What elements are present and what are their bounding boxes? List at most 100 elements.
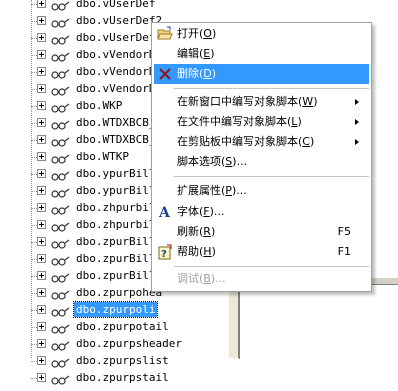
font-icon: A [157,204,173,221]
view-object-icon [51,185,70,198]
view-object-icon [51,219,70,232]
menu-item-refresh[interactable]: 刷新(R) F5 [154,222,369,242]
view-object-icon [51,304,70,317]
menu-item-label: 在新窗口中编写对象脚本(W) [177,95,318,108]
expand-plus-icon[interactable] [37,305,46,314]
expand-plus-icon[interactable] [37,254,46,263]
menu-item-script-clipboard[interactable]: 在剪贴板中编写对象脚本(C) [154,132,369,152]
open-folder-icon [157,26,173,42]
tree-item-label: dbo.WKP [76,99,123,112]
expand-plus-icon[interactable] [37,135,46,144]
view-object-icon [51,236,70,249]
svg-text:A: A [158,205,171,220]
tree-item-label: dbo.zpurpoli [72,301,159,318]
submenu-arrow-icon [355,99,359,105]
menu-item-extended-properties[interactable]: 扩展属性(P)... [154,181,369,201]
tree-item-label: dbo.zpurpstail [76,371,169,384]
view-object-icon [51,49,70,62]
view-object-icon [51,32,70,45]
expand-plus-icon[interactable] [37,203,46,212]
tree-item-label: dbo.WTDXBCB_ [76,133,156,146]
expand-plus-icon[interactable] [37,373,46,382]
menu-item-label: 打开(O) [177,27,217,40]
tree-row[interactable]: dbo.zpurpslist [0,353,200,370]
expand-plus-icon[interactable] [37,271,46,280]
expand-plus-icon[interactable] [37,220,46,229]
expand-plus-icon[interactable] [37,118,46,127]
expand-plus-icon[interactable] [37,101,46,110]
view-object-icon [51,117,70,130]
view-object-icon [51,0,70,11]
tree-item-label: dbo.vUserDef [76,31,156,44]
expand-plus-icon[interactable] [37,16,46,25]
menu-item-label: 在剪贴板中编写对象脚本(C) [177,135,315,148]
expand-plus-icon[interactable] [37,186,46,195]
submenu-arrow-icon [355,119,359,125]
view-object-icon [51,287,70,300]
view-object-icon [51,83,70,96]
expand-plus-icon[interactable] [37,237,46,246]
menu-item-label: 在文件中编写对象脚本(L) [177,115,302,128]
tree-item-label: dbo.zpurpsheader [76,337,182,350]
background-panel [370,0,398,278]
menu-item-label: 编辑(E) [177,47,215,60]
tree-item-label: dbo.zpurpotail [76,320,169,333]
expand-plus-icon[interactable] [37,339,46,348]
menu-item-label: 字体(F)... [177,205,225,218]
menu-item-open[interactable]: 打开(O) [154,24,369,44]
menu-item-script-new-window[interactable]: 在新窗口中编写对象脚本(W) [154,92,369,112]
menu-item-label: 删除(D) [177,67,217,80]
view-object-icon [51,338,70,351]
tree-item-label: dbo.WTDXBCB_ [76,116,156,129]
tree-row[interactable]: dbo.vUserDef [0,0,200,13]
menu-item-label: 脚本选项(S)... [177,155,248,168]
menu-separator [174,176,369,177]
expand-plus-icon[interactable] [37,33,46,42]
expand-plus-icon[interactable] [37,84,46,93]
view-object-icon [51,270,70,283]
menu-separator [174,266,369,267]
view-object-icon [51,134,70,147]
menu-item-script-options[interactable]: 脚本选项(S)... [154,152,369,172]
view-object-icon [51,66,70,79]
tree-row[interactable]: dbo.zpurpstail [0,370,200,387]
expand-plus-icon[interactable] [37,152,46,161]
menu-item-shortcut: F1 [337,245,351,258]
tree-row[interactable]: dbo.zpurpsheader [0,336,200,353]
menu-item-delete[interactable]: 删除(D) [154,64,369,84]
submenu-arrow-icon [355,139,359,145]
view-object-icon [51,202,70,215]
tree-row[interactable]: dbo.zpurpoli [0,301,200,319]
pane-content [239,284,398,359]
view-object-icon [51,355,70,368]
menu-item-label: 调试(B)... [177,272,226,285]
tree-item-label: dbo.zpurBill [76,269,156,282]
delete-x-icon [157,66,173,82]
expand-plus-icon[interactable] [37,50,46,59]
tree-item-label: dbo.vUserDef [76,0,156,10]
tree-item-label: dbo.ypurBill [76,167,156,180]
expand-plus-icon[interactable] [37,356,46,365]
tree-row[interactable]: dbo.zpurpotail [0,319,200,336]
view-object-icon [51,100,70,113]
view-object-icon [51,151,70,164]
menu-item-edit[interactable]: 编辑(E) [154,44,369,64]
expand-plus-icon[interactable] [37,288,46,297]
menu-item-font[interactable]: A 字体(F)... [154,202,369,222]
expand-plus-icon[interactable] [37,169,46,178]
view-object-icon [51,372,70,385]
menu-item-label: 帮助(H) [177,245,216,258]
menu-item-script-file[interactable]: 在文件中编写对象脚本(L) [154,112,369,132]
menu-item-shortcut: F5 [337,225,351,238]
context-menu: 打开(O) 编辑(E) 删除(D) 在新窗口中编写对象脚本(W) 在文件中编写对… [151,22,372,292]
view-object-icon [51,321,70,334]
expand-plus-icon[interactable] [37,0,46,8]
svg-text:?: ? [161,249,167,260]
menu-item-debug[interactable]: 调试(B)... [154,269,369,289]
tree-item-label: dbo.ypurBill [76,184,156,197]
expand-plus-icon[interactable] [37,67,46,76]
tree-item-label: dbo.zpurBill [76,252,156,265]
expand-plus-icon[interactable] [37,322,46,331]
menu-item-help[interactable]: ? 帮助(H) F1 [154,242,369,262]
menu-item-label: 刷新(R) [177,225,216,238]
